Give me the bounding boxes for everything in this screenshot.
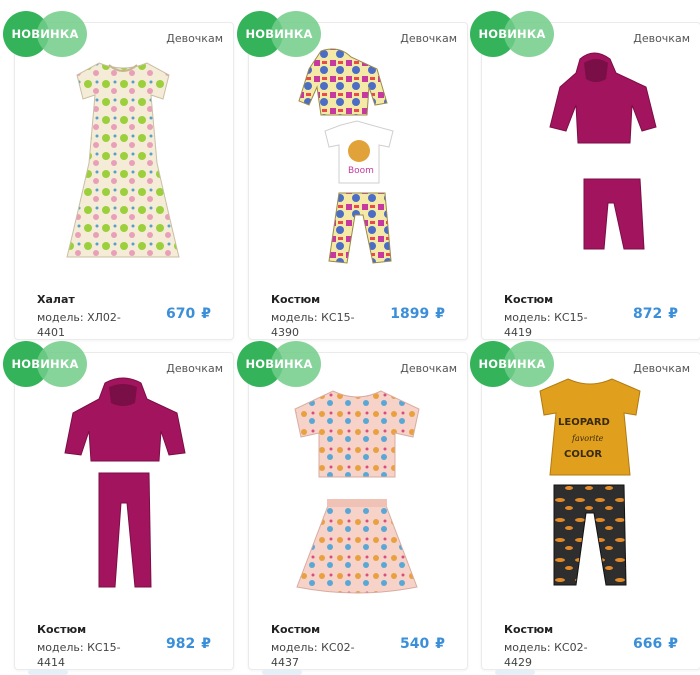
product-card[interactable]: НОВИНКА Девочкам Костюм модель: КС02-443… bbox=[237, 341, 468, 670]
product-image-hoodie-leggings[interactable] bbox=[47, 373, 199, 601]
product-price: 540 ₽ bbox=[400, 636, 445, 652]
next-row-card-edge bbox=[28, 670, 68, 675]
product-model: модель: КС02-4429 bbox=[504, 641, 588, 669]
product-price: 1899 ₽ bbox=[390, 306, 445, 322]
currency-symbol: ₽ bbox=[668, 306, 678, 322]
product-price: 670 ₽ bbox=[166, 306, 211, 322]
product-image-suit-set[interactable]: Boom bbox=[281, 43, 433, 271]
next-row-card-edge bbox=[262, 670, 302, 675]
product-model: модель: ХЛ02-4401 bbox=[37, 311, 121, 339]
product-card[interactable]: НОВИНКА Девочкам Халат модель: ХЛ02-4401… bbox=[3, 11, 234, 340]
product-card[interactable]: НОВИНКА Девочкам Костюм модель: КС15-441… bbox=[470, 11, 700, 340]
currency-symbol: ₽ bbox=[435, 636, 445, 652]
product-image-dress[interactable] bbox=[47, 43, 199, 271]
next-row-card-edge bbox=[495, 670, 535, 675]
svg-text:COLOR: COLOR bbox=[564, 449, 602, 460]
product-model: модель: КС15-4414 bbox=[37, 641, 121, 669]
product-model: модель: КС02-4437 bbox=[271, 641, 355, 669]
product-model: модель: КС15-4390 bbox=[271, 311, 355, 339]
svg-text:favorite: favorite bbox=[571, 434, 604, 443]
currency-symbol: ₽ bbox=[201, 636, 211, 652]
product-title[interactable]: Халат bbox=[37, 293, 75, 306]
product-title[interactable]: Костюм bbox=[271, 623, 320, 636]
product-image-hoodie-set[interactable] bbox=[514, 43, 666, 271]
product-price: 872 ₽ bbox=[633, 306, 678, 322]
product-model: модель: КС15-4419 bbox=[504, 311, 588, 339]
product-image-top-skirt[interactable] bbox=[281, 373, 433, 601]
currency-symbol: ₽ bbox=[668, 636, 678, 652]
product-title[interactable]: Костюм bbox=[37, 623, 86, 636]
svg-text:Boom: Boom bbox=[348, 166, 374, 176]
product-price: 982 ₽ bbox=[166, 636, 211, 652]
product-card[interactable]: НОВИНКА Девочкам LEOPARD favorite COLOR bbox=[470, 341, 700, 670]
product-card[interactable]: НОВИНКА Девочкам Boom Костюм модель: КС1… bbox=[237, 11, 468, 340]
product-image-leopard-set[interactable]: LEOPARD favorite COLOR bbox=[514, 373, 666, 601]
svg-text:LEOPARD: LEOPARD bbox=[558, 417, 610, 428]
product-price: 666 ₽ bbox=[633, 636, 678, 652]
product-title[interactable]: Костюм bbox=[504, 623, 553, 636]
product-title[interactable]: Костюм bbox=[271, 293, 320, 306]
currency-symbol: ₽ bbox=[435, 306, 445, 322]
product-card[interactable]: НОВИНКА Девочкам Костюм модель: КС15-441… bbox=[3, 341, 234, 670]
currency-symbol: ₽ bbox=[201, 306, 211, 322]
product-title[interactable]: Костюм bbox=[504, 293, 553, 306]
product-grid: НОВИНКА Девочкам Халат модель: ХЛ02-4401… bbox=[0, 0, 700, 675]
